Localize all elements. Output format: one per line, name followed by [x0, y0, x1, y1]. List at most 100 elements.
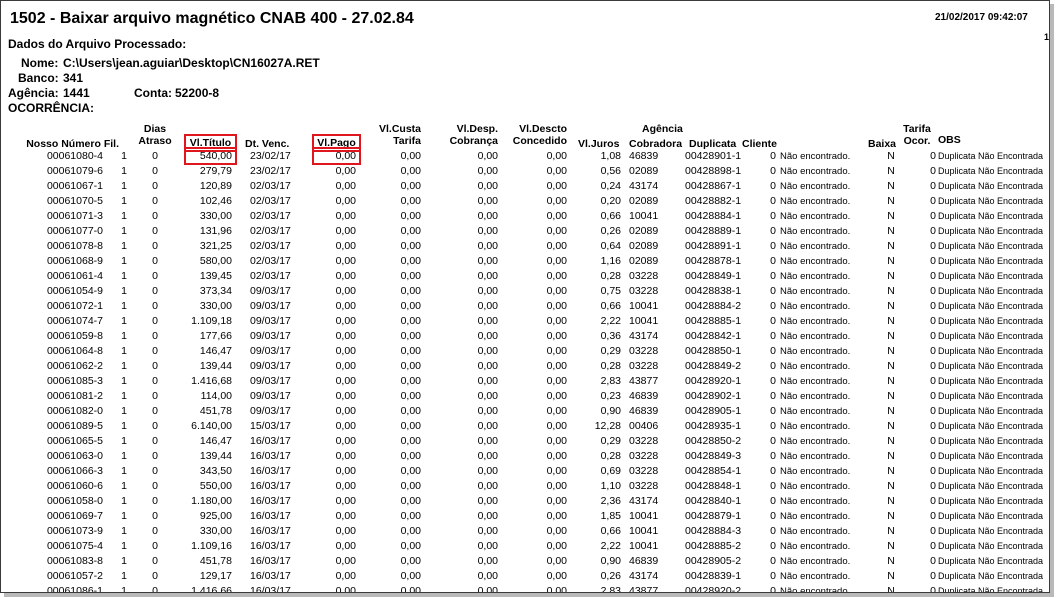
cell-dt-venc: 16/03/17 — [250, 540, 291, 552]
cell-vl-custa: 0,00 — [400, 510, 421, 522]
header-dias-atraso: Dias Atraso — [138, 123, 172, 147]
cell-cobradora: 43174 — [629, 570, 659, 582]
cell-vl-descto: 0,00 — [546, 495, 567, 507]
cell-vl-titulo: 120,89 — [199, 180, 232, 192]
cell-tarifa-ocor: 0 — [930, 225, 936, 237]
cell-cliente-code: 0 — [770, 165, 776, 177]
cell-baixa: N — [887, 435, 895, 447]
cell-fil: 1 — [121, 270, 127, 282]
cell-vl-desp: 0,00 — [477, 585, 498, 593]
cell-nosso-numero: 00061069-7 — [46, 510, 103, 522]
cell-dt-venc: 02/03/17 — [250, 195, 291, 207]
cell-tarifa-ocor: 0 — [930, 420, 936, 432]
cell-vl-titulo: 1.109,18 — [191, 315, 232, 327]
cell-duplicata: 00428891-1 — [685, 240, 742, 252]
cell-duplicata: 00428905-1 — [685, 405, 742, 417]
nome-label: Nome: — [21, 56, 59, 70]
nome-value: C:\Users\jean.aguiar\Desktop\CN16027A.RE… — [63, 56, 320, 70]
cell-obs: Duplicata Não Encontrada — [938, 376, 1044, 386]
cell-duplicata: 00428884-2 — [685, 300, 742, 312]
cell-cliente: Não encontrado. — [780, 226, 851, 237]
cell-tarifa-ocor: 0 — [930, 465, 936, 477]
table-row: 00061066-3 1 0 343,50 16/03/17 0,00 0,00 0,00 0,… — [1, 464, 1049, 479]
cell-dias-atraso: 0 — [152, 510, 158, 522]
cell-dt-venc: 16/03/17 — [250, 465, 291, 477]
cell-vl-desp: 0,00 — [477, 405, 498, 417]
cell-dt-venc: 16/03/17 — [250, 435, 291, 447]
cell-obs: Duplicata Não Encontrada — [938, 481, 1044, 491]
cell-vl-desp: 0,00 — [477, 300, 498, 312]
table-row: 00061057-2 1 0 129,17 16/03/17 0,00 0,00 0,00 0,… — [1, 569, 1049, 584]
cell-nosso-numero: 00061078-8 — [46, 240, 103, 252]
cell-vl-titulo: 550,00 — [199, 480, 232, 492]
cell-cliente: Não encontrado. — [780, 196, 851, 207]
cell-fil: 1 — [121, 210, 127, 222]
cell-duplicata: 00428850-2 — [685, 435, 742, 447]
cell-nosso-numero: 00061085-3 — [46, 375, 103, 387]
cell-vl-pago: 0,00 — [335, 510, 356, 522]
cell-nosso-numero: 00061073-9 — [46, 525, 103, 537]
cell-dias-atraso: 0 — [152, 390, 158, 402]
cell-vl-custa: 0,00 — [400, 150, 421, 162]
cell-baixa: N — [887, 300, 895, 312]
cell-fil: 1 — [121, 225, 127, 237]
report-title: 1502 - Baixar arquivo magnético CNAB 400… — [10, 10, 414, 27]
cell-tarifa-ocor: 0 — [930, 210, 936, 222]
cell-tarifa-ocor: 0 — [930, 450, 936, 462]
cell-dt-venc: 15/03/17 — [250, 420, 291, 432]
cell-vl-descto: 0,00 — [546, 255, 567, 267]
cell-cobradora: 02089 — [629, 195, 659, 207]
cell-cliente: Não encontrado. — [780, 256, 851, 267]
cell-nosso-numero: 00061054-9 — [46, 285, 103, 297]
cell-cliente-code: 0 — [770, 435, 776, 447]
cell-vl-juros: 12,28 — [594, 420, 621, 432]
cell-tarifa-ocor: 0 — [930, 150, 936, 162]
cell-cobradora: 43877 — [629, 585, 659, 593]
cell-vl-descto: 0,00 — [546, 225, 567, 237]
cell-duplicata: 00428902-1 — [685, 390, 742, 402]
cell-vl-descto: 0,00 — [546, 180, 567, 192]
cell-baixa: N — [887, 330, 895, 342]
cell-vl-desp: 0,00 — [477, 495, 498, 507]
cell-obs: Duplicata Não Encontrada — [938, 241, 1044, 251]
cell-vl-descto: 0,00 — [546, 435, 567, 447]
conta-label: Conta: — [134, 86, 172, 100]
cell-obs: Duplicata Não Encontrada — [938, 151, 1044, 161]
cell-fil: 1 — [121, 465, 127, 477]
cell-cliente-code: 0 — [770, 360, 776, 372]
cell-dt-venc: 23/02/17 — [250, 165, 291, 177]
cell-vl-juros: 0,23 — [600, 390, 621, 402]
cell-cliente-code: 0 — [770, 180, 776, 192]
cell-vl-titulo: 102,46 — [199, 195, 232, 207]
cell-vl-custa: 0,00 — [400, 420, 421, 432]
cell-fil: 1 — [121, 180, 127, 192]
cell-nosso-numero: 00061075-4 — [46, 540, 103, 552]
cell-vl-juros: 0,75 — [600, 285, 621, 297]
cell-vl-juros: 0,90 — [600, 555, 621, 567]
cell-cobradora: 02089 — [629, 225, 659, 237]
cell-fil: 1 — [121, 315, 127, 327]
cell-tarifa-ocor: 0 — [930, 540, 936, 552]
cell-duplicata: 00428867-1 — [685, 180, 742, 192]
cell-vl-descto: 0,00 — [546, 570, 567, 582]
header-agencia: Agência — [642, 123, 683, 135]
cell-duplicata: 00428878-1 — [685, 255, 742, 267]
cell-cobradora: 03228 — [629, 480, 659, 492]
cell-fil: 1 — [121, 585, 127, 593]
cell-vl-custa: 0,00 — [400, 300, 421, 312]
cell-vl-custa: 0,00 — [400, 390, 421, 402]
cell-obs: Duplicata Não Encontrada — [938, 466, 1044, 476]
cell-vl-pago: 0,00 — [335, 495, 356, 507]
cell-cliente: Não encontrado. — [780, 166, 851, 177]
cell-dt-venc: 02/03/17 — [250, 180, 291, 192]
cell-vl-descto: 0,00 — [546, 540, 567, 552]
cell-baixa: N — [887, 165, 895, 177]
cell-obs: Duplicata Não Encontrada — [938, 256, 1044, 266]
cell-cliente-code: 0 — [770, 255, 776, 267]
cell-duplicata: 00428854-1 — [685, 465, 742, 477]
cell-vl-titulo: 129,17 — [199, 570, 232, 582]
cell-fil: 1 — [121, 495, 127, 507]
cell-vl-descto: 0,00 — [546, 525, 567, 537]
cell-fil: 1 — [121, 525, 127, 537]
table-row: 00061071-3 1 0 330,00 02/03/17 0,00 0,00 0,00 0,… — [1, 209, 1049, 224]
